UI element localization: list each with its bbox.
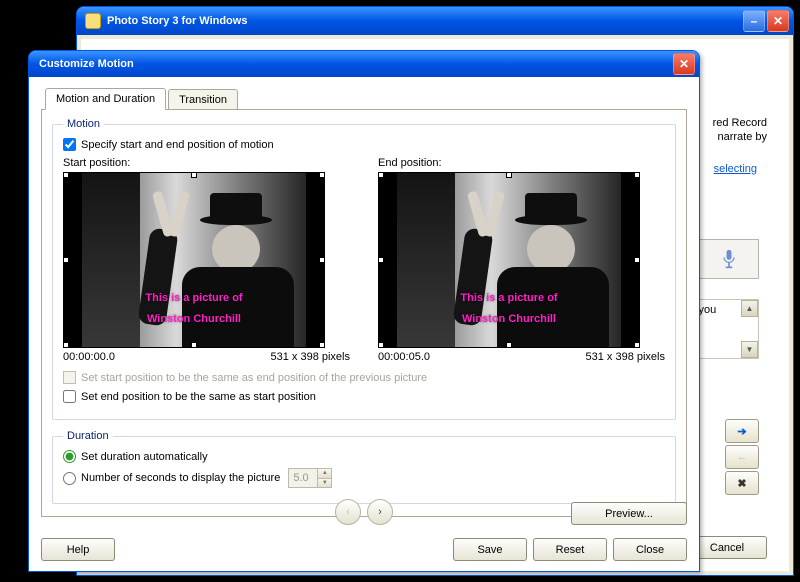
parent-title: Photo Story 3 for Windows xyxy=(107,15,247,27)
bg-x-button[interactable]: ✖ xyxy=(725,471,759,495)
chevron-left-icon: ‹ xyxy=(346,506,350,518)
dialog-titlebar: Customize Motion ✕ xyxy=(29,51,699,77)
start-position-label: Start position: xyxy=(63,157,350,169)
specify-motion-checkbox[interactable] xyxy=(63,138,76,151)
help-button[interactable]: Help xyxy=(41,538,115,561)
duration-fieldset: Duration Set duration automatically Numb… xyxy=(52,430,676,504)
start-position-column: Start position: This is a picture ofWins… xyxy=(63,157,350,363)
set-start-same-prev-row: Set start position to be the same as end… xyxy=(63,371,665,384)
duration-auto-label: Set duration automatically xyxy=(81,451,208,463)
scroll-up-icon[interactable]: ▲ xyxy=(741,300,758,317)
specify-motion-label: Specify start and end position of motion xyxy=(81,139,274,151)
tab-panel-motion: Motion Specify start and end position of… xyxy=(41,109,687,517)
tab-transition[interactable]: Transition xyxy=(168,89,238,110)
microphone-panel xyxy=(699,239,759,279)
duration-legend: Duration xyxy=(63,430,113,442)
set-end-same-start-row[interactable]: Set end position to be the same as start… xyxy=(63,390,665,403)
specify-motion-row[interactable]: Specify start and end position of motion xyxy=(63,138,665,151)
microphone-icon xyxy=(721,249,737,269)
end-overlay-text: This is a picture ofWinston Churchill xyxy=(405,285,613,327)
dialog-close-x-button[interactable]: ✕ xyxy=(673,53,695,75)
end-position-label: End position: xyxy=(378,157,665,169)
end-dims: 531 x 398 pixels xyxy=(586,351,666,363)
start-position-thumb[interactable]: This is a picture ofWinston Churchill xyxy=(63,172,325,348)
end-time: 00:00:05.0 xyxy=(378,351,430,363)
bg-text-record: red Record xyxy=(713,117,767,129)
duration-seconds-row[interactable]: Number of seconds to display the picture… xyxy=(63,468,665,488)
set-start-same-prev-label: Set start position to be the same as end… xyxy=(81,372,427,384)
customize-motion-dialog: Customize Motion ✕ Motion and Duration T… xyxy=(28,50,700,572)
chevron-right-icon: › xyxy=(378,506,382,518)
bg-link-selecting[interactable]: selecting xyxy=(714,163,757,175)
bg-text-narrate: narrate by xyxy=(717,131,767,143)
dialog-title: Customize Motion xyxy=(39,58,134,70)
motion-fieldset: Motion Specify start and end position of… xyxy=(52,118,676,420)
duration-seconds-radio[interactable] xyxy=(63,472,76,485)
reset-button[interactable]: Reset xyxy=(533,538,607,561)
duration-auto-row[interactable]: Set duration automatically xyxy=(63,450,665,463)
bg-back-arrow-button: ← xyxy=(725,445,759,469)
app-icon xyxy=(85,13,101,29)
nav-next-button[interactable]: › xyxy=(367,499,393,525)
tab-strip: Motion and Duration Transition xyxy=(45,87,687,109)
start-photo: This is a picture ofWinston Churchill xyxy=(82,173,306,347)
motion-legend: Motion xyxy=(63,118,104,130)
start-time: 00:00:00.0 xyxy=(63,351,115,363)
bg-next-arrow-button[interactable]: ➔ xyxy=(725,419,759,443)
duration-seconds-value: 5.0 xyxy=(293,472,308,484)
parent-titlebar: Photo Story 3 for Windows – ✕ xyxy=(77,7,793,35)
parent-close-button[interactable]: ✕ xyxy=(767,10,789,32)
nav-prev-button: ‹ xyxy=(335,499,361,525)
close-button[interactable]: Close xyxy=(613,538,687,561)
tab-motion-duration[interactable]: Motion and Duration xyxy=(45,88,166,110)
duration-seconds-label: Number of seconds to display the picture xyxy=(81,472,280,484)
end-photo: This is a picture ofWinston Churchill xyxy=(397,173,621,347)
end-position-column: End position: This is a picture ofWinsto… xyxy=(378,157,665,363)
save-button[interactable]: Save xyxy=(453,538,527,561)
duration-auto-radio[interactable] xyxy=(63,450,76,463)
scroll-down-icon[interactable]: ▼ xyxy=(741,341,758,358)
close-icon: ✖ xyxy=(737,477,746,490)
set-start-same-prev-checkbox xyxy=(63,371,76,384)
arrow-right-icon: ➔ xyxy=(737,425,746,438)
minimize-button[interactable]: – xyxy=(743,10,765,32)
start-dims: 531 x 398 pixels xyxy=(271,351,351,363)
set-end-same-start-checkbox[interactable] xyxy=(63,390,76,403)
start-overlay-text: This is a picture ofWinston Churchill xyxy=(90,285,298,327)
end-position-thumb[interactable]: This is a picture ofWinston Churchill xyxy=(378,172,640,348)
duration-seconds-spinner: 5.0 ▲▼ xyxy=(288,468,332,488)
spinner-down-icon: ▼ xyxy=(317,479,331,488)
set-end-same-start-label: Set end position to be the same as start… xyxy=(81,391,316,403)
spinner-up-icon: ▲ xyxy=(317,469,331,479)
preview-button[interactable]: Preview... xyxy=(571,502,687,525)
